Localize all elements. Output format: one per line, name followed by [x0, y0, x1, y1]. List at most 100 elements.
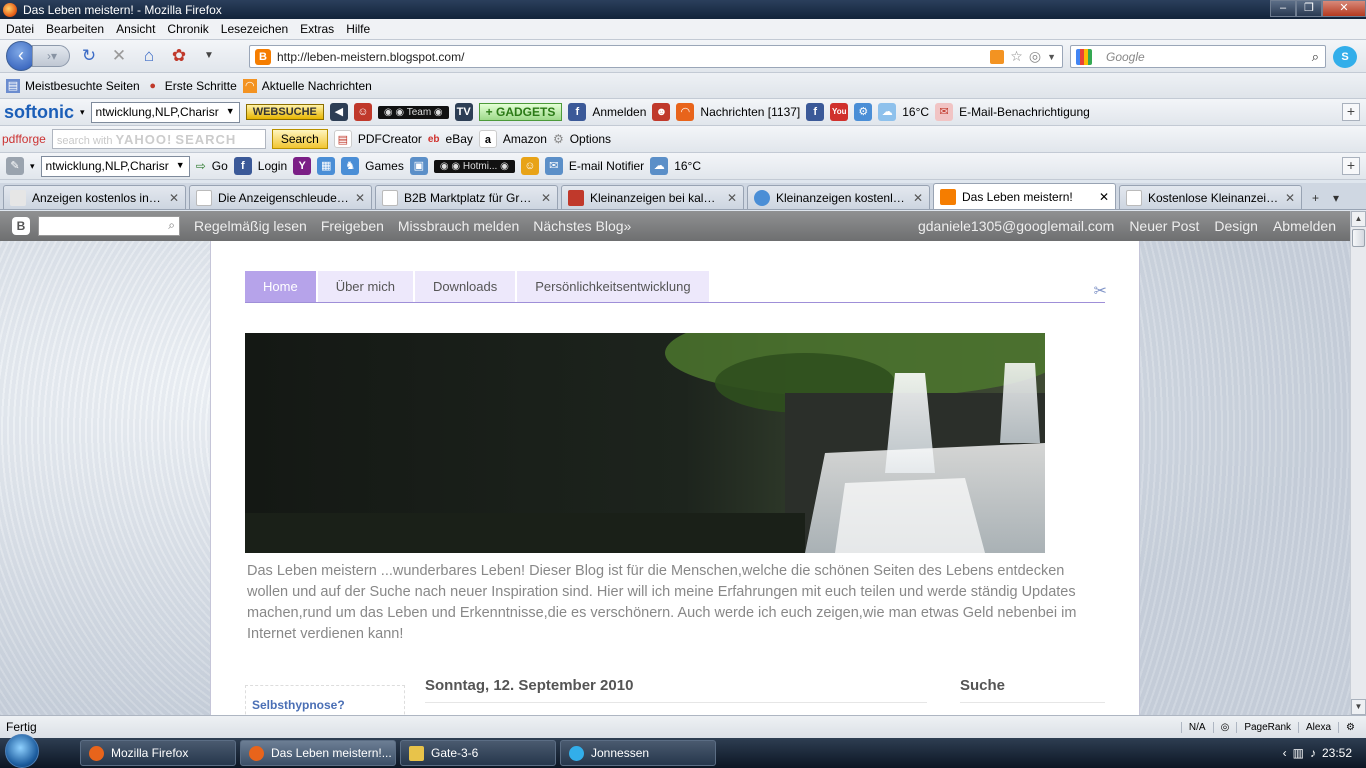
media-player-widget[interactable]: ◉ ◉ Team ◉	[377, 105, 449, 119]
settings-icon[interactable]: ⚙	[1338, 721, 1362, 733]
maximize-button[interactable]: ❐	[1296, 0, 1322, 17]
scroll-up-icon[interactable]: ▲	[1351, 211, 1366, 227]
history-dropdown-icon[interactable]: ▼	[198, 45, 220, 67]
options-button[interactable]: Options	[570, 132, 611, 146]
google-engine-icon[interactable]	[1076, 48, 1092, 65]
search-button[interactable]: Search	[271, 129, 328, 149]
tray-expand-icon[interactable]: ‹	[1283, 746, 1287, 760]
tab-downloads[interactable]: Downloads	[414, 271, 516, 302]
user-email[interactable]: gdaniele1305@googlemail.com	[918, 218, 1114, 234]
bookmark-star-icon[interactable]: ☆	[1010, 48, 1023, 65]
pagerank-indicator[interactable]: PageRank	[1236, 721, 1298, 733]
scroll-thumb[interactable]	[1352, 229, 1365, 247]
tab-close-icon[interactable]: ✕	[169, 191, 179, 205]
missbrauch-melden-link[interactable]: Missbrauch melden	[398, 218, 519, 234]
tab-close-icon[interactable]: ✕	[1099, 190, 1109, 204]
tab-list-icon[interactable]: ▾	[1329, 187, 1343, 209]
tab-home[interactable]: Home	[245, 271, 316, 302]
naechstes-blog-link[interactable]: Nächstes Blog»	[533, 218, 631, 234]
neuer-post-link[interactable]: Neuer Post	[1129, 218, 1199, 234]
softonic-dropdown-icon[interactable]: ▾	[80, 107, 85, 118]
games-button[interactable]: Games	[365, 159, 404, 173]
search-icon[interactable]: ⌕	[1312, 49, 1319, 65]
menu-lesezeichen[interactable]: Lesezeichen	[215, 22, 294, 36]
vertical-scrollbar[interactable]: ▲ ▼	[1350, 211, 1366, 715]
mascot-icon[interactable]: ☺	[353, 103, 372, 121]
websuche-button[interactable]: WEBSUCHE	[245, 104, 324, 120]
yahoo-icon[interactable]: Y	[293, 157, 312, 175]
blogger-logo-icon[interactable]: B	[12, 217, 30, 235]
design-link[interactable]: Design	[1214, 218, 1258, 234]
close-button[interactable]: ✕	[1322, 0, 1366, 17]
pdfcreator-button[interactable]: PDFCreator	[358, 132, 422, 146]
search-box[interactable]: Google ⌕	[1070, 45, 1326, 68]
url-dropdown-icon[interactable]: ▼	[1047, 52, 1056, 62]
anmelden-link[interactable]: Anmelden	[592, 105, 646, 119]
minimize-button[interactable]: –	[1270, 0, 1296, 17]
tab-close-icon[interactable]: ✕	[355, 191, 365, 205]
email-notification-button[interactable]: E-Mail-Benachrichtigung	[959, 105, 1090, 119]
search-icon[interactable]: ⌕	[168, 218, 175, 233]
bookmark-erste-schritte[interactable]: ● Erste Schritte	[146, 79, 236, 93]
games-icon[interactable]: ♞	[341, 157, 360, 175]
menu-datei[interactable]: Datei	[0, 22, 40, 36]
network-icon[interactable]: ▥	[1293, 746, 1304, 760]
facebook-icon[interactable]: f	[568, 103, 587, 121]
tv-icon[interactable]: TV	[454, 103, 473, 121]
stop-icon[interactable]: ✕	[108, 45, 130, 67]
login-button[interactable]: Login	[258, 159, 287, 173]
tab-close-icon[interactable]: ✕	[541, 191, 551, 205]
task-mozilla-firefox[interactable]: Mozilla Firefox	[80, 740, 236, 766]
reload-icon[interactable]: ↻	[78, 45, 100, 67]
bookmark-meistbesucht[interactable]: ▤ Meistbesuchte Seiten	[6, 78, 140, 93]
toolbar-search-combo[interactable]: ntwicklung,NLP,Charisr	[40, 155, 190, 177]
nachrichten-button[interactable]: Nachrichten [1137]	[700, 105, 800, 119]
softonic-search-combo[interactable]: ntwicklung,NLP,Charisr	[90, 101, 240, 123]
alexa-indicator[interactable]: Alexa	[1298, 721, 1338, 733]
addon-icon[interactable]: ✿	[168, 45, 190, 67]
tab-b2b[interactable]: B2B Marktplatz für Groß... ✕	[375, 185, 558, 209]
bookmark-aktuelle-nachrichten[interactable]: ◠ Aktuelle Nachrichten	[242, 78, 372, 93]
weather-small-icon[interactable]: ☁	[650, 157, 669, 175]
go-button[interactable]: Go	[212, 159, 228, 173]
new-tab-icon[interactable]: +	[1308, 187, 1323, 209]
messenger-icon[interactable]: ☻	[652, 103, 671, 121]
email-notifier-button[interactable]: E-mail Notifier	[569, 159, 644, 173]
calendar-icon[interactable]: ▦	[317, 157, 336, 175]
email-notifier-icon[interactable]: ✉	[544, 157, 563, 175]
tab-persoenlichkeitsentwicklung[interactable]: Persönlichkeitsentwicklung	[517, 271, 709, 302]
tab-kostenlose-kleinanzeigen[interactable]: Kostenlose Kleinanzeige... ✕	[1119, 185, 1302, 209]
clock[interactable]: 23:52	[1322, 746, 1352, 760]
yahoo-search-input[interactable]: search with YAHOO! SEARCH	[51, 129, 266, 149]
scroll-down-icon[interactable]: ▼	[1351, 699, 1366, 715]
task-jonnessen[interactable]: Jonnessen	[560, 740, 716, 766]
tab-das-leben-meistern[interactable]: Das Leben meistern! ✕	[933, 183, 1116, 209]
tab-close-icon[interactable]: ✕	[727, 191, 737, 205]
blog-search-input[interactable]: ⌕	[38, 216, 180, 236]
ebay-button[interactable]: eBay	[446, 132, 473, 146]
menu-bearbeiten[interactable]: Bearbeiten	[40, 22, 110, 36]
settings-icon[interactable]: ⚙	[854, 103, 873, 121]
toolbar-logo-icon[interactable]: ✎	[6, 157, 24, 175]
radio-player-widget[interactable]: ◉ ◉ Hotmi... ◉	[433, 159, 515, 173]
tab-ueber-mich[interactable]: Über mich	[317, 271, 413, 302]
abmelden-link[interactable]: Abmelden	[1273, 218, 1336, 234]
rss-icon[interactable]	[990, 49, 1005, 64]
toolbar-dropdown-icon[interactable]: ▾	[30, 161, 35, 172]
tab-anzeigenschleuder[interactable]: Die Anzeigenschleuder ... ✕	[189, 185, 372, 209]
youtube-icon[interactable]: You	[830, 103, 849, 121]
start-button[interactable]	[0, 734, 44, 768]
menu-chronik[interactable]: Chronik	[161, 22, 214, 36]
addon-icon[interactable]: ◎	[1212, 721, 1237, 733]
menu-hilfe[interactable]: Hilfe	[340, 22, 376, 36]
weather-icon[interactable]: ☁	[878, 103, 897, 121]
buddy-icon[interactable]: ☺	[520, 157, 539, 175]
address-bar[interactable]: B http://leben-meistern.blogspot.com/ ☆ …	[249, 45, 1063, 68]
regelmaessig-lesen-link[interactable]: Regelmäßig lesen	[194, 218, 307, 234]
sitecheck-icon[interactable]: ◎	[1029, 48, 1041, 65]
facebook-small-icon[interactable]: f	[806, 103, 825, 121]
tv-small-icon[interactable]: ▣	[409, 157, 428, 175]
menu-extras[interactable]: Extras	[294, 22, 340, 36]
task-gate-3-6[interactable]: Gate-3-6	[400, 740, 556, 766]
amazon-button[interactable]: Amazon	[503, 132, 547, 146]
